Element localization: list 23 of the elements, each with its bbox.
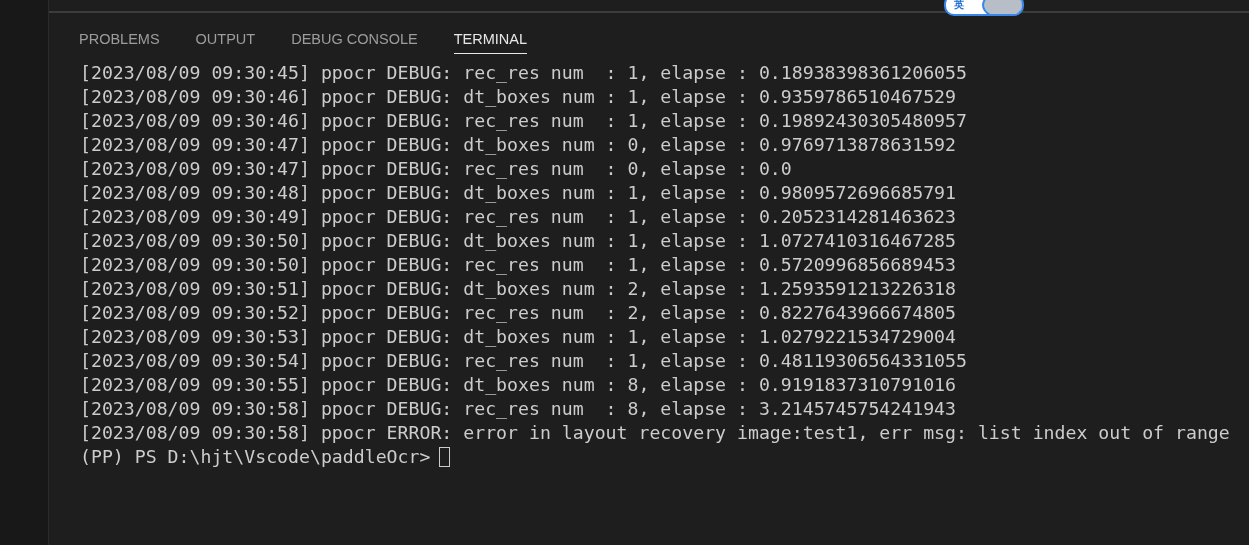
- terminal-prompt: (PP) PS D:\hjt\Vscode\paddleOcr>: [80, 445, 431, 469]
- terminal-line: [2023/08/09 09:30:46] ppocr DEBUG: dt_boxes num : 1, elapse : 0.9359786510467529: [80, 85, 957, 109]
- terminal-line: [2023/08/09 09:30:52] ppocr DEBUG: rec_res num : 2, elapse : 0.8227643966674805: [80, 301, 957, 325]
- terminal-line: [2023/08/09 09:30:51] ppocr DEBUG: dt_boxes num : 2, elapse : 1.2593591213226318: [80, 277, 957, 301]
- terminal-line: [2023/08/09 09:30:47] ppocr DEBUG: dt_boxes num : 0, elapse : 0.9769713878631592: [80, 133, 957, 157]
- panel-tab[interactable]: DEBUG CONSOLE: [291, 27, 418, 54]
- terminal-line: [2023/08/09 09:30:58] ppocr ERROR: error in layout recovery image:test1, err msg: list index out of range: [80, 421, 1231, 445]
- terminal-line: [2023/08/09 09:30:49] ppocr DEBUG: rec_res num : 1, elapse : 0.2052314281463623: [80, 205, 957, 229]
- terminal-line: [2023/08/09 09:30:47] ppocr DEBUG: rec_res num : 0, elapse : 0.0: [80, 157, 793, 181]
- panel-tab[interactable]: TERMINAL: [453, 27, 528, 54]
- language-toggle[interactable]: 英: [944, 0, 1024, 16]
- terminal-line: [2023/08/09 09:30:48] ppocr DEBUG: dt_boxes num : 1, elapse : 0.9809572696685791: [80, 181, 957, 205]
- terminal-line: [2023/08/09 09:30:46] ppocr DEBUG: rec_res num : 1, elapse : 0.19892430305480957: [80, 109, 968, 133]
- terminal-line: [2023/08/09 09:30:58] ppocr DEBUG: rec_res num : 8, elapse : 3.2145745754241943: [80, 397, 957, 421]
- text-cursor-icon: [439, 447, 451, 467]
- terminal-line: [2023/08/09 09:30:54] ppocr DEBUG: rec_res num : 1, elapse : 0.48119306564331055: [80, 349, 968, 373]
- terminal-line: [2023/08/09 09:30:45] ppocr DEBUG: rec_res num : 1, elapse : 0.18938398361206055: [80, 61, 968, 85]
- panel-tab[interactable]: PROBLEMS: [79, 27, 160, 54]
- terminal-line: [2023/08/09 09:30:53] ppocr DEBUG: dt_boxes num : 1, elapse : 1.0279221534729004: [80, 325, 957, 349]
- terminal-line: [2023/08/09 09:30:50] ppocr DEBUG: rec_res num : 1, elapse : 0.5720996856689453: [80, 253, 957, 277]
- panel-tab[interactable]: OUTPUT: [195, 27, 256, 54]
- terminal-line: [2023/08/09 09:30:55] ppocr DEBUG: dt_boxes num : 8, elapse : 0.9191837310791016: [80, 373, 957, 397]
- terminal-line: [2023/08/09 09:30:50] ppocr DEBUG: dt_boxes num : 1, elapse : 1.0727410316467285: [80, 229, 957, 253]
